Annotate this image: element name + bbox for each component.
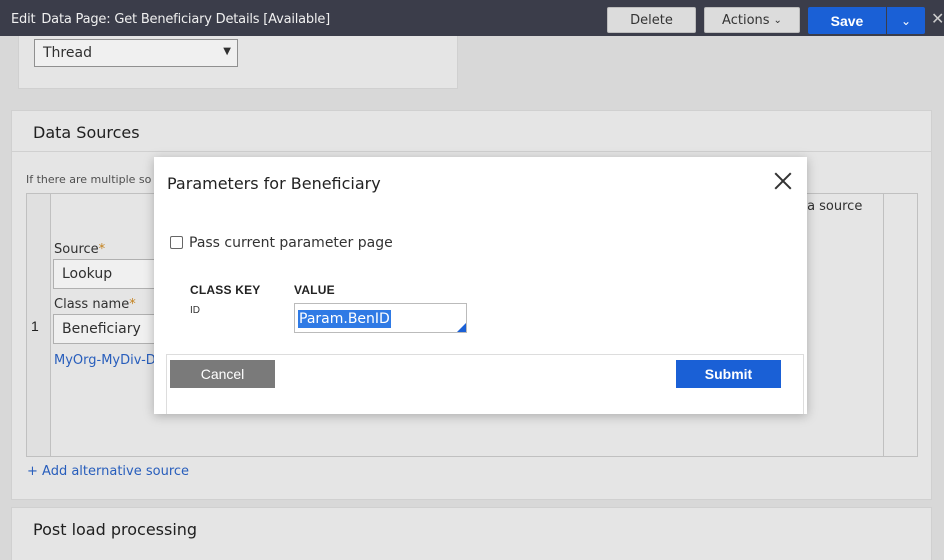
save-button[interactable]: Save [808, 7, 886, 34]
actions-button-label: Actions [722, 12, 770, 28]
rule-title: Data Page: Get Beneficiary Details [Avai… [41, 12, 331, 27]
delete-button[interactable]: Delete [607, 7, 696, 33]
edit-label: Edit [11, 12, 36, 27]
autocomplete-corner-icon [457, 323, 466, 332]
pass-parameter-page-label[interactable]: Pass current parameter page [189, 235, 393, 251]
pass-parameter-page-checkbox[interactable] [170, 236, 183, 249]
submit-button-label: Submit [704, 366, 753, 382]
chevron-down-icon: ⌄ [900, 13, 912, 28]
close-icon[interactable]: ✕ [931, 9, 944, 29]
actions-button[interactable]: Actions ⌄ [704, 7, 800, 33]
cancel-button[interactable]: Cancel [170, 360, 275, 388]
parameter-value-text: Param.BenID [298, 310, 391, 328]
parameter-key: ID [190, 305, 200, 316]
class-key-column-header: CLASS KEY [190, 283, 261, 297]
delete-button-label: Delete [630, 12, 673, 28]
submit-button[interactable]: Submit [676, 360, 781, 388]
parameters-modal: Parameters for Beneficiary Pass current … [154, 157, 807, 414]
value-column-header: VALUE [294, 283, 335, 297]
header-bar: Edit Data Page: Get Beneficiary Details [… [0, 0, 944, 36]
close-icon[interactable] [773, 171, 793, 191]
cancel-button-label: Cancel [200, 366, 245, 382]
chevron-down-icon: ⌄ [773, 14, 782, 26]
save-dropdown-button[interactable]: ⌄ [887, 7, 925, 34]
save-button-label: Save [830, 12, 864, 29]
modal-title: Parameters for Beneficiary [167, 174, 381, 193]
page-title: Edit Data Page: Get Beneficiary Details [… [11, 12, 330, 27]
parameter-value-input[interactable]: Param.BenID [294, 303, 467, 333]
